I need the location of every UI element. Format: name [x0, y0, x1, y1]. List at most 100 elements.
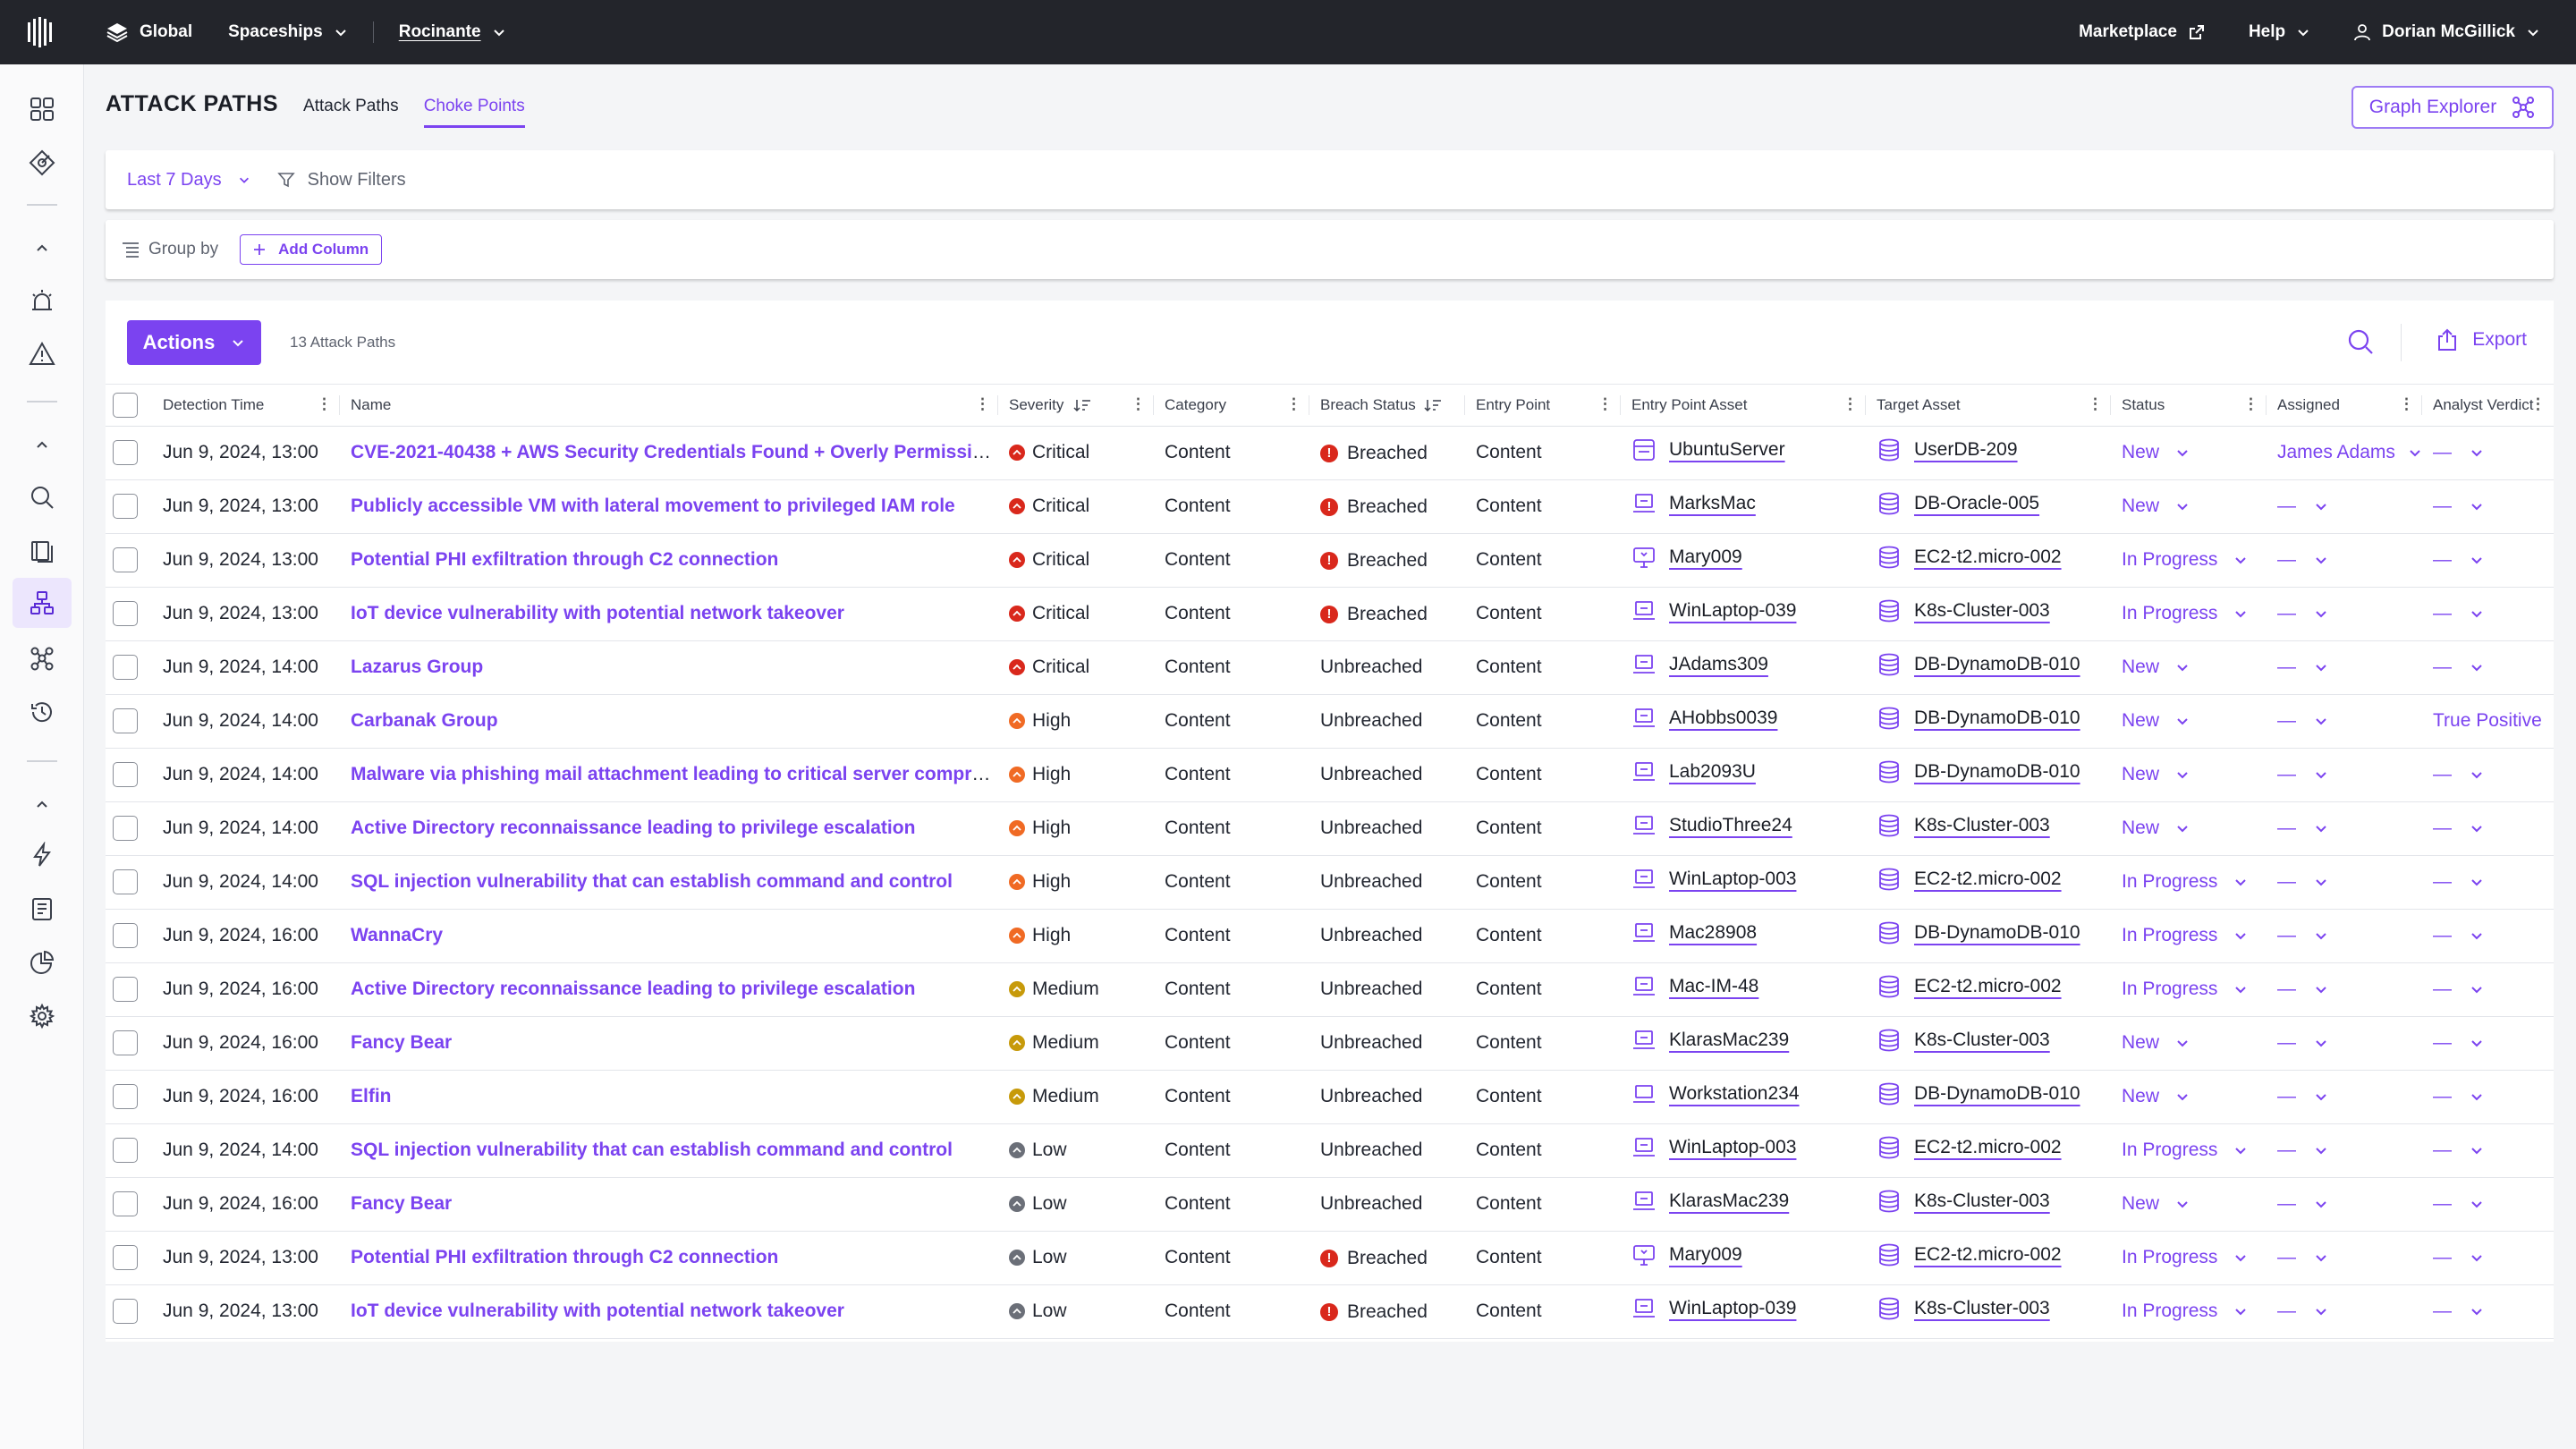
graph-icon[interactable] [24, 640, 60, 676]
table-row[interactable]: Jun 9, 2024, 14:00 Active Directory recon… [106, 801, 2554, 856]
spaceships-menu[interactable]: Spaceships [228, 22, 348, 42]
status-dropdown[interactable]: New [2122, 1193, 2190, 1215]
table-row[interactable]: Jun 9, 2024, 13:00 Publicly accessible VM… [106, 479, 2554, 534]
assigned-dropdown[interactable]: — [2277, 657, 2328, 678]
column-header-target-asset[interactable]: Target Asset ⋮ [1866, 385, 2111, 427]
row-checkbox[interactable] [113, 440, 138, 465]
assigned-dropdown[interactable]: — [2277, 871, 2328, 893]
entry-point-asset-link[interactable]: Mary009 [1669, 1244, 1742, 1266]
attack-path-name-link[interactable]: Potential PHI exfiltration through C2 co… [351, 1247, 778, 1267]
target-asset-link[interactable]: DB-DynamoDB-010 [1914, 708, 2080, 729]
analyst-verdict-dropdown[interactable]: — [2433, 818, 2484, 839]
attack-paths-icon[interactable] [13, 578, 72, 628]
analyst-verdict-dropdown[interactable]: — [2433, 549, 2484, 571]
status-dropdown[interactable]: New [2122, 1086, 2190, 1107]
dashboard-icon[interactable] [24, 91, 60, 127]
attack-path-name-link[interactable]: Active Directory reconnaissance leading … [351, 818, 915, 838]
attack-path-name-link[interactable]: Active Directory reconnaissance leading … [351, 979, 915, 999]
entry-point-asset-link[interactable]: StudioThree24 [1669, 815, 1792, 836]
chevron-up-icon[interactable] [24, 231, 60, 267]
actions-button[interactable]: Actions [127, 319, 261, 365]
entry-point-asset-link[interactable]: KlarasMac239 [1669, 1030, 1789, 1051]
row-checkbox[interactable] [113, 1084, 138, 1109]
chevron-up-icon[interactable] [24, 428, 60, 463]
status-dropdown[interactable]: New [2122, 442, 2190, 463]
chevron-up-icon[interactable] [24, 787, 60, 823]
entry-point-asset-link[interactable]: UbuntuServer [1669, 439, 1785, 461]
assigned-dropdown[interactable]: — [2277, 1301, 2328, 1322]
table-row[interactable]: Jun 9, 2024, 14:00 SQL injection vulnerab… [106, 855, 2554, 910]
entry-point-asset-link[interactable]: Workstation234 [1669, 1083, 1800, 1105]
row-checkbox[interactable] [113, 547, 138, 572]
status-dropdown[interactable]: In Progress [2122, 1247, 2248, 1268]
attack-path-name-link[interactable]: Fancy Bear [351, 1193, 452, 1214]
target-asset-link[interactable]: DB-DynamoDB-010 [1914, 654, 2080, 675]
target-asset-link[interactable]: DB-DynamoDB-010 [1914, 761, 2080, 783]
attack-path-name-link[interactable]: Potential PHI exfiltration through C2 co… [351, 549, 778, 570]
analyst-verdict-dropdown[interactable]: — [2433, 1193, 2484, 1215]
analyst-verdict-dropdown[interactable]: — [2433, 871, 2484, 893]
alarm-icon[interactable] [24, 283, 60, 318]
assigned-dropdown[interactable]: — [2277, 925, 2328, 946]
analyst-verdict-dropdown[interactable]: — [2433, 1301, 2484, 1322]
target-asset-link[interactable]: DB-Oracle-005 [1914, 493, 2039, 514]
status-dropdown[interactable]: In Progress [2122, 1140, 2248, 1161]
status-dropdown[interactable]: In Progress [2122, 603, 2248, 624]
table-row[interactable]: Jun 9, 2024, 16:00 Elfin Medium Content Unbr… [106, 1070, 2554, 1124]
analyst-verdict-dropdown[interactable]: — [2433, 764, 2484, 785]
entry-point-asset-link[interactable]: AHobbs0039 [1669, 708, 1777, 729]
row-checkbox[interactable] [113, 708, 138, 733]
analyst-verdict-dropdown[interactable]: — [2433, 979, 2484, 1000]
row-checkbox[interactable] [113, 923, 138, 948]
table-row[interactable]: Jun 9, 2024, 13:00 IoT device vulnerabili… [106, 587, 2554, 641]
entry-point-asset-link[interactable]: Mary009 [1669, 547, 1742, 568]
attack-path-name-link[interactable]: Fancy Bear [351, 1032, 452, 1053]
assigned-dropdown[interactable]: — [2277, 1193, 2328, 1215]
assigned-dropdown[interactable]: — [2277, 549, 2328, 571]
entry-point-asset-link[interactable]: WinLaptop-003 [1669, 869, 1796, 890]
status-dropdown[interactable]: New [2122, 657, 2190, 678]
analyst-verdict-dropdown[interactable]: — [2433, 1140, 2484, 1161]
table-row[interactable]: Jun 9, 2024, 16:00 Fancy Bear Low Content Un… [106, 1177, 2554, 1232]
export-button[interactable]: Export [2435, 327, 2527, 352]
analyst-verdict-dropdown[interactable]: — [2433, 1086, 2484, 1107]
show-filters-button[interactable]: Show Filters [276, 170, 406, 191]
row-checkbox[interactable] [113, 977, 138, 1002]
assigned-dropdown[interactable]: — [2277, 979, 2328, 1000]
table-row[interactable]: Jun 9, 2024, 16:00 WannaCry High Content Unb… [106, 909, 2554, 963]
row-checkbox[interactable] [113, 655, 138, 680]
app-logo-icon[interactable] [0, 0, 82, 64]
target-asset-link[interactable]: K8s-Cluster-003 [1914, 1298, 2050, 1319]
analyst-verdict-dropdown[interactable]: True Positive [2433, 710, 2554, 732]
analyst-verdict-dropdown[interactable]: — [2433, 442, 2484, 463]
status-dropdown[interactable]: In Progress [2122, 979, 2248, 1000]
column-header-name[interactable]: Name ⋮ [340, 385, 998, 427]
analyst-verdict-dropdown[interactable]: — [2433, 657, 2484, 678]
column-header-entry-point-asset[interactable]: Entry Point Asset ⋮ [1621, 385, 1866, 427]
book-icon[interactable] [24, 533, 60, 569]
attack-path-name-link[interactable]: SQL injection vulnerability that can est… [351, 1140, 953, 1160]
target-asset-link[interactable]: UserDB-209 [1914, 439, 2018, 461]
target-asset-link[interactable]: EC2-t2.micro-002 [1914, 976, 2062, 997]
table-row[interactable]: Jun 9, 2024, 13:00 CVE-2021-40438 + AWS S… [106, 426, 2554, 480]
row-checkbox[interactable] [113, 601, 138, 626]
entry-point-asset-link[interactable]: Mac-IM-48 [1669, 976, 1758, 997]
assigned-dropdown[interactable]: — [2277, 764, 2328, 785]
column-header-entry-point[interactable]: Entry Point ⋮ [1465, 385, 1621, 427]
row-checkbox[interactable] [113, 1191, 138, 1216]
target-asset-link[interactable]: DB-DynamoDB-010 [1914, 922, 2080, 944]
column-header-analyst-verdict[interactable]: Analyst Verdict ⋮ [2422, 385, 2554, 427]
target-asset-link[interactable]: EC2-t2.micro-002 [1914, 547, 2062, 568]
column-header-category[interactable]: Category ⋮ [1154, 385, 1309, 427]
entry-point-asset-link[interactable]: KlarasMac239 [1669, 1191, 1789, 1212]
attack-path-name-link[interactable]: SQL injection vulnerability that can est… [351, 871, 953, 892]
warning-icon[interactable] [24, 336, 60, 372]
column-header-status[interactable]: Status ⋮ [2111, 385, 2267, 427]
history-icon[interactable] [24, 694, 60, 730]
entry-point-asset-link[interactable]: WinLaptop-039 [1669, 1298, 1796, 1319]
table-row[interactable]: Jun 9, 2024, 14:00 Malware via phishing m… [106, 748, 2554, 802]
table-row[interactable]: Jun 9, 2024, 14:00 Lazarus Group Critical C… [106, 640, 2554, 695]
table-row[interactable]: Jun 9, 2024, 13:00 Potential PHI exfiltra… [106, 1231, 2554, 1285]
global-menu[interactable]: Global [106, 21, 192, 43]
assigned-dropdown[interactable]: — [2277, 1247, 2328, 1268]
